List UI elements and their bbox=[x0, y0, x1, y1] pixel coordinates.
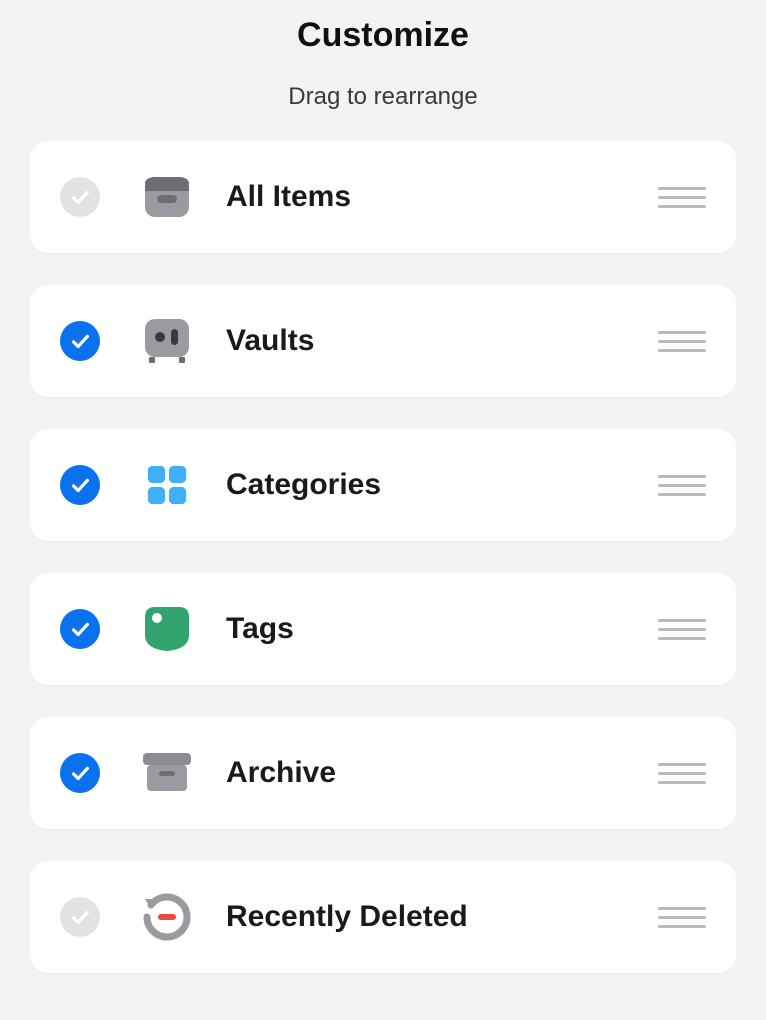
list-item[interactable]: Tags bbox=[30, 573, 736, 685]
checkbox-recently-deleted[interactable] bbox=[60, 897, 100, 937]
drag-handle-icon[interactable] bbox=[658, 619, 706, 640]
drag-handle-icon[interactable] bbox=[658, 187, 706, 208]
vaults-icon bbox=[142, 316, 192, 366]
list-item[interactable]: All Items bbox=[30, 141, 736, 253]
drag-handle-icon[interactable] bbox=[658, 907, 706, 928]
subtitle: Drag to rearrange bbox=[0, 83, 766, 111]
page-title: Customize bbox=[0, 0, 766, 55]
list-item[interactable]: Archive bbox=[30, 717, 736, 829]
list-item-label: Vaults bbox=[226, 324, 658, 358]
archive-icon bbox=[142, 748, 192, 798]
list-item-label: All Items bbox=[226, 180, 658, 214]
customize-list: All Items Vaults bbox=[0, 141, 766, 973]
drag-handle-icon[interactable] bbox=[658, 763, 706, 784]
checkbox-tags[interactable] bbox=[60, 609, 100, 649]
categories-icon bbox=[142, 460, 192, 510]
checkbox-all-items[interactable] bbox=[60, 177, 100, 217]
list-item-label: Recently Deleted bbox=[226, 900, 658, 934]
list-item-label: Archive bbox=[226, 756, 658, 790]
list-item-label: Categories bbox=[226, 468, 658, 502]
list-item-label: Tags bbox=[226, 612, 658, 646]
all-items-icon bbox=[142, 172, 192, 222]
drag-handle-icon[interactable] bbox=[658, 475, 706, 496]
tags-icon bbox=[142, 604, 192, 654]
list-item[interactable]: Recently Deleted bbox=[30, 861, 736, 973]
checkbox-vaults[interactable] bbox=[60, 321, 100, 361]
recently-deleted-icon bbox=[142, 892, 192, 942]
checkbox-archive[interactable] bbox=[60, 753, 100, 793]
checkbox-categories[interactable] bbox=[60, 465, 100, 505]
list-item[interactable]: Categories bbox=[30, 429, 736, 541]
list-item[interactable]: Vaults bbox=[30, 285, 736, 397]
drag-handle-icon[interactable] bbox=[658, 331, 706, 352]
